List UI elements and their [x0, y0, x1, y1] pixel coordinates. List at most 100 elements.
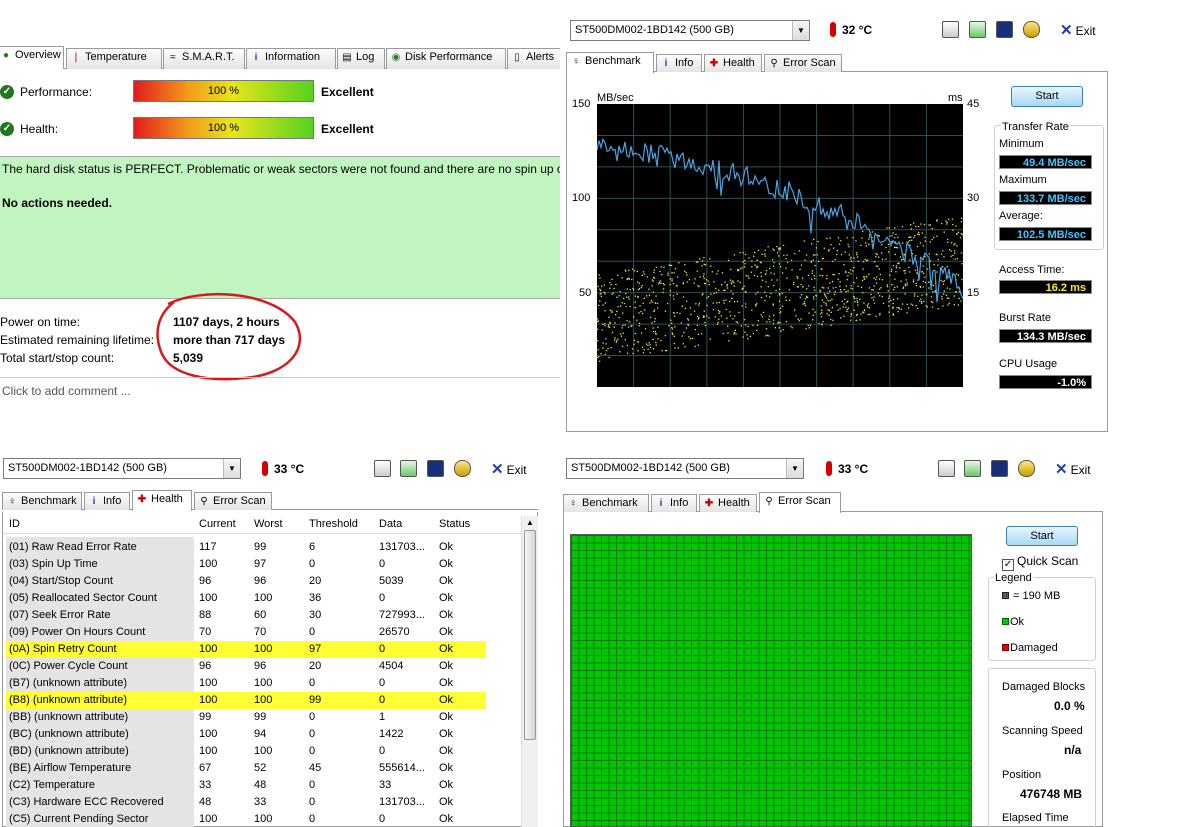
tab-info[interactable]: i Info	[656, 54, 702, 72]
column-header[interactable]: ID	[9, 518, 20, 530]
table-row[interactable]: (BB) (unknown attribute) 99 99 0 1 Ok	[6, 709, 486, 726]
access-time-point	[812, 319, 814, 321]
tab-error-scan[interactable]: ⚲ Error Scan	[759, 492, 841, 513]
access-time-point	[727, 259, 730, 261]
tab-health[interactable]: ✚ Health	[704, 54, 762, 72]
access-time-point	[788, 289, 790, 291]
column-header[interactable]: Worst	[254, 518, 283, 530]
table-cell-worst: 52	[254, 762, 267, 774]
tab-temperature[interactable]: ❘ Temperature	[66, 48, 162, 69]
tab-benchmark[interactable]: ♀ Benchmark	[563, 494, 649, 512]
access-time-point	[599, 288, 601, 290]
exit-button[interactable]: ✕ Exit	[1055, 460, 1091, 478]
access-time-point	[848, 246, 850, 248]
benchmark-start-button[interactable]: Start	[1011, 86, 1083, 107]
tab-info[interactable]: i Info	[651, 494, 697, 512]
options-icon[interactable]	[454, 460, 471, 477]
exit-button[interactable]: ✕ Exit	[491, 460, 527, 478]
access-time-point	[772, 304, 774, 306]
smart-table: ID Current Worst Threshold Data Status (…	[2, 512, 538, 827]
scroll-up-icon[interactable]: ▲	[522, 516, 538, 530]
tab-alerts[interactable]: ▯ Alerts	[507, 48, 566, 69]
access-time-point	[652, 348, 655, 350]
tab-log[interactable]: ▤ Log	[337, 48, 385, 69]
access-time-point	[920, 298, 922, 300]
save-icon[interactable]	[427, 460, 444, 477]
close-icon: ✕	[1055, 461, 1068, 478]
table-row[interactable]: (01) Raw Read Error Rate 117 99 6 131703... O…	[6, 539, 486, 556]
quick-scan-checkbox[interactable]: ✓ Quick Scan	[1002, 554, 1078, 571]
access-time-point	[706, 297, 708, 299]
access-time-point	[731, 297, 733, 299]
access-time-point	[727, 325, 729, 327]
comment-input[interactable]: Click to add comment ...	[0, 377, 566, 399]
access-time-point	[857, 285, 859, 287]
table-row[interactable]: (C3) Hardware ECC Recovered 48 33 0 131703..…	[6, 794, 486, 811]
paste-icon[interactable]	[400, 460, 417, 477]
copy-icon[interactable]	[374, 460, 391, 477]
table-row[interactable]: (03) Spin Up Time 100 97 0 0 Ok	[6, 556, 486, 573]
table-row[interactable]: (07) Seek Error Rate 88 60 30 727993... Ok	[6, 607, 486, 624]
table-row[interactable]: (09) Power On Hours Count 70 70 0 26570 Ok	[6, 624, 486, 641]
access-time-point	[873, 277, 875, 279]
copy-icon[interactable]	[942, 21, 959, 38]
drive-select[interactable]: ST500DM002-1BD142 (500 GB) ▼	[3, 458, 241, 479]
table-row[interactable]: (B7) (unknown attribute) 100 100 0 0 Ok	[6, 675, 486, 692]
tab-overview[interactable]: ● Overview	[0, 46, 64, 69]
access-time-point	[873, 285, 875, 287]
column-header[interactable]: Status	[439, 518, 470, 530]
column-header[interactable]: Current	[199, 518, 236, 530]
table-row[interactable]: (0A) Spin Retry Count 100 100 97 0 Ok	[6, 641, 486, 658]
options-icon[interactable]	[1023, 21, 1040, 38]
tab-info[interactable]: i Info	[84, 492, 130, 510]
access-time-point	[924, 236, 926, 238]
access-time-point	[678, 262, 680, 264]
overview-panel: ● Overview ❘ Temperature ≈ S.M.A.R.T. i Info…	[0, 0, 566, 420]
checkbox-icon[interactable]: ✓	[1002, 559, 1014, 571]
access-time-point	[804, 304, 806, 307]
tab-smart[interactable]: ≈ S.M.A.R.T.	[163, 48, 245, 69]
access-time-point	[945, 220, 947, 222]
column-header[interactable]: Threshold	[309, 518, 358, 530]
access-time-point	[827, 292, 829, 295]
tab-information[interactable]: i Information	[246, 48, 336, 69]
tab-error-scan[interactable]: ⚲ Error Scan	[194, 492, 272, 510]
drive-select[interactable]: ST500DM002-1BD142 (500 GB) ▼	[566, 458, 804, 479]
access-time-point	[788, 299, 791, 301]
exit-button[interactable]: ✕ Exit	[1060, 21, 1096, 39]
save-icon[interactable]	[991, 460, 1008, 477]
scrollbar[interactable]: ▲	[521, 516, 538, 827]
access-time-point	[605, 350, 608, 352]
access-time-point	[876, 253, 878, 256]
tab-benchmark[interactable]: ♀ Benchmark	[566, 52, 654, 73]
table-row[interactable]: (BC) (unknown attribute) 100 94 0 1422 Ok	[6, 726, 486, 743]
tab-health[interactable]: ✚ Health	[699, 494, 757, 512]
access-time-point	[765, 270, 768, 272]
table-row[interactable]: (BD) (unknown attribute) 100 100 0 0 Ok	[6, 743, 486, 760]
scan-start-button[interactable]: Start	[1006, 526, 1078, 546]
table-row[interactable]: (0C) Power Cycle Count 96 96 20 4504 Ok	[6, 658, 486, 675]
access-time-point	[814, 264, 816, 267]
copy-icon[interactable]	[938, 460, 955, 477]
scrollbar-thumb[interactable]	[524, 530, 536, 740]
table-row[interactable]: (C2) Temperature 33 48 0 33 Ok	[6, 777, 486, 794]
tab-error-scan[interactable]: ⚲ Error Scan	[764, 54, 842, 72]
table-row[interactable]: (B8) (unknown attribute) 100 100 99 0 Ok	[6, 692, 486, 709]
access-time-point	[778, 293, 781, 295]
tab-disk-performance[interactable]: ◉ Disk Performance	[386, 48, 506, 69]
drive-select[interactable]: ST500DM002-1BD142 (500 GB) ▼	[570, 20, 810, 41]
table-row[interactable]: (04) Start/Stop Count 96 96 20 5039 Ok	[6, 573, 486, 590]
save-icon[interactable]	[996, 21, 1013, 38]
paste-icon[interactable]	[964, 460, 981, 477]
options-icon[interactable]	[1018, 460, 1035, 477]
paste-icon[interactable]	[969, 21, 986, 38]
access-time-point	[718, 301, 720, 304]
table-row[interactable]: (05) Reallocated Sector Count 100 100 36 0 Ok	[6, 590, 486, 607]
column-header[interactable]: Data	[379, 518, 402, 530]
table-row[interactable]: (C5) Current Pending Sector 100 100 0 0 Ok	[6, 811, 486, 827]
tab-benchmark[interactable]: ♀ Benchmark	[2, 492, 82, 510]
access-time-point	[753, 255, 755, 257]
access-time-point	[787, 261, 789, 264]
table-row[interactable]: (BE) Airflow Temperature 67 52 45 555614... O…	[6, 760, 486, 777]
tab-health[interactable]: ✚ Health	[132, 490, 192, 511]
